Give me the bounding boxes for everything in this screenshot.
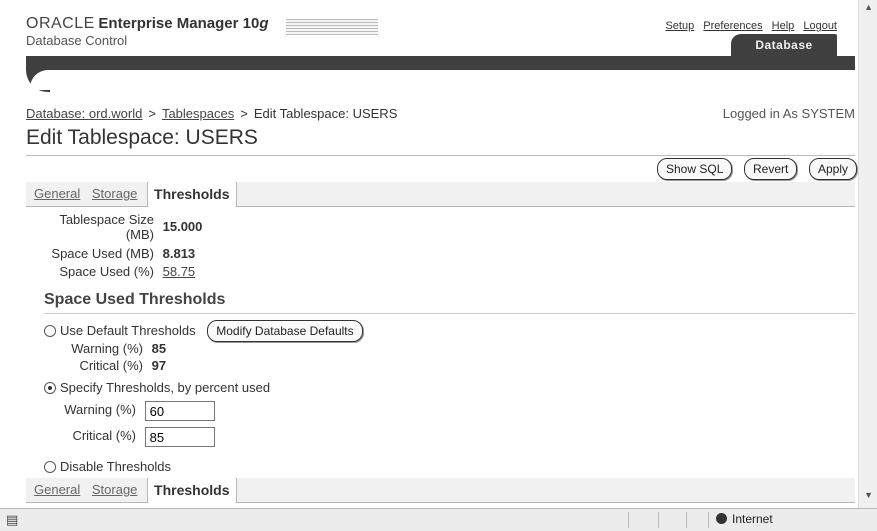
breadcrumb: Database: ord.world > Tablespaces > Edit Tab…	[26, 106, 397, 121]
scroll-up-icon[interactable]: ▲	[864, 2, 873, 12]
tab-storage[interactable]: Storage	[92, 478, 138, 502]
modify-defaults-button[interactable]: Modify Database Defaults	[207, 320, 363, 342]
disable-thresholds-label: Disable Thresholds	[60, 459, 172, 474]
tablespace-size-value: 15.000	[162, 219, 203, 234]
disable-thresholds-radio[interactable]	[44, 461, 56, 473]
revert-button[interactable]: Revert	[744, 158, 798, 180]
logo-decoration	[286, 19, 378, 35]
tab-general[interactable]: General	[34, 478, 80, 502]
globe-icon	[716, 513, 727, 524]
breadcrumb-current: Edit Tablespace: USERS	[253, 106, 398, 121]
warning-label: Warning (%)	[64, 402, 136, 418]
logout-link[interactable]: Logout	[803, 20, 837, 32]
tab-thresholds[interactable]: Thresholds	[147, 478, 237, 503]
section-title: Space Used Thresholds	[44, 291, 226, 308]
warning-input[interactable]	[144, 401, 215, 421]
title-divider	[26, 155, 855, 156]
warning-input-row: Warning (%)	[26, 401, 215, 421]
specify-thresholds-option: Specify Thresholds, by percent used	[44, 380, 270, 395]
default-critical-value: 97	[151, 358, 167, 373]
tab-storage[interactable]: Storage	[92, 182, 138, 206]
use-default-label: Use Default Thresholds	[60, 323, 196, 338]
critical-input-row: Critical (%)	[26, 427, 215, 447]
oracle-logo: ORACLE Enterprise Manager 10g Database C…	[26, 15, 269, 48]
breadcrumb-tablespaces-link[interactable]: Tablespaces	[162, 106, 234, 121]
vertical-scrollbar[interactable]: ▲ ▼	[858, 0, 877, 508]
tab-bar-bottom: General Storage Thresholds	[26, 478, 855, 503]
breadcrumb-database-link[interactable]: Database: ord.world	[26, 106, 142, 121]
default-critical-row: Critical (%) 97	[26, 358, 166, 373]
use-default-radio[interactable]	[44, 325, 56, 337]
tab-thresholds[interactable]: Thresholds	[147, 182, 237, 207]
header-bar	[26, 56, 855, 70]
default-warning-row: Warning (%) 85	[26, 341, 166, 356]
tablespace-size-row: Tablespace Size (MB) 15.000	[30, 212, 202, 242]
specify-thresholds-radio[interactable]	[44, 382, 56, 394]
disable-thresholds-option: Disable Thresholds	[44, 459, 171, 474]
logged-in-status: Logged in As SYSTEM	[722, 106, 855, 121]
space-used-pct-label: Space Used (%)	[59, 264, 154, 279]
page-icon: ▤	[6, 512, 19, 527]
status-divider	[658, 512, 659, 528]
action-buttons: Show SQL Revert Apply	[649, 158, 857, 180]
header-bar-curve	[26, 70, 50, 92]
scroll-down-icon[interactable]: ▼	[864, 490, 873, 500]
breadcrumb-separator: >	[240, 106, 248, 121]
show-sql-button[interactable]: Show SQL	[657, 158, 733, 180]
product-subtitle: Database Control	[26, 33, 128, 48]
product-name: Enterprise Manager 10g	[98, 15, 269, 32]
space-used-mb-label: Space Used (MB)	[51, 246, 154, 261]
critical-input[interactable]	[144, 427, 215, 447]
setup-link[interactable]: Setup	[665, 20, 694, 32]
brand-name: ORACLE	[26, 15, 95, 32]
tab-bar-top: General Storage Thresholds	[26, 182, 855, 207]
section-divider	[44, 313, 855, 314]
help-link[interactable]: Help	[772, 20, 795, 32]
status-divider	[628, 512, 629, 528]
status-divider	[708, 512, 709, 528]
space-used-pct-link[interactable]: 58.75	[163, 264, 196, 279]
preferences-link[interactable]: Preferences	[703, 20, 762, 32]
status-bar: ▤ Internet	[0, 508, 877, 531]
specify-thresholds-label: Specify Thresholds, by percent used	[60, 380, 271, 395]
global-links: Setup Preferences Help Logout	[659, 20, 837, 32]
page-title: Edit Tablespace: USERS	[26, 126, 258, 149]
default-warning-value: 85	[151, 341, 167, 356]
space-used-mb-row: Space Used (MB) 8.813	[30, 246, 195, 261]
tablespace-size-label: Tablespace Size (MB)	[59, 212, 154, 242]
space-used-mb-value: 8.813	[162, 246, 196, 261]
apply-button[interactable]: Apply	[808, 158, 857, 180]
database-tab[interactable]: Database	[731, 34, 837, 56]
default-critical-label: Critical (%)	[79, 358, 143, 373]
security-zone: Internet	[716, 512, 773, 526]
space-used-pct-row: Space Used (%) 58.75	[30, 264, 195, 279]
status-divider	[686, 512, 687, 528]
breadcrumb-separator: >	[148, 106, 156, 121]
default-thresholds-option: Use Default Thresholds Modify Database D…	[44, 320, 363, 342]
default-warning-label: Warning (%)	[71, 341, 143, 356]
tab-general[interactable]: General	[34, 182, 80, 206]
critical-label: Critical (%)	[72, 428, 136, 444]
